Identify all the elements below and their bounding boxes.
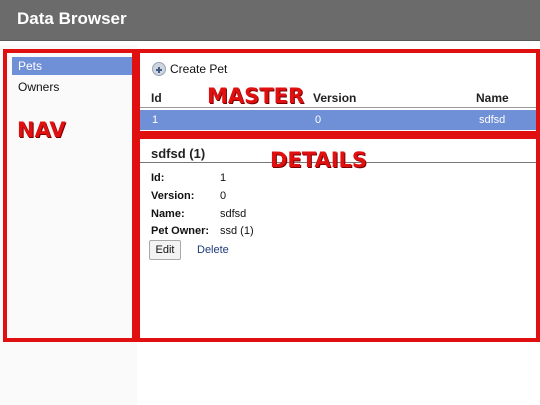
details-annotation-label: DETAILS [270,148,368,172]
field-value-id: 1 [220,172,227,184]
detail-title: sdfsd (1) [151,146,206,161]
cell-version: 0 [315,114,322,126]
nav-panel [0,45,138,405]
app-header: Data Browser [0,0,540,41]
column-header-id[interactable]: Id [151,91,162,105]
plus-icon [152,62,166,76]
field-value-pet-owner[interactable]: ssd (1) [220,225,254,237]
app-title: Data Browser [17,9,127,28]
field-label-id: Id: [151,172,165,184]
edit-button[interactable]: Edit [149,240,181,260]
delete-link[interactable]: Delete [197,244,229,256]
column-header-name[interactable]: Name [476,91,509,105]
cell-name: sdfsd [479,114,506,126]
field-value-name: sdfsd [220,208,247,220]
column-header-version[interactable]: Version [313,91,356,105]
nav-item-owners[interactable]: Owners [12,78,132,96]
nav-item-pets[interactable]: Pets [12,57,132,75]
field-label-version: Version: [151,190,195,202]
field-value-version: 0 [220,190,227,202]
field-label-name: Name: [151,208,185,220]
create-pet-button[interactable]: Create Pet [152,60,227,78]
create-pet-label: Create Pet [170,62,228,76]
nav-annotation-label: NAV [17,118,66,142]
table-header-divider [140,107,540,108]
master-annotation-label: MASTER [207,84,305,108]
field-label-pet-owner: Pet Owner: [151,225,210,237]
cell-id: 1 [152,114,159,126]
table-row[interactable]: 1 0 sdfsd [140,110,540,130]
